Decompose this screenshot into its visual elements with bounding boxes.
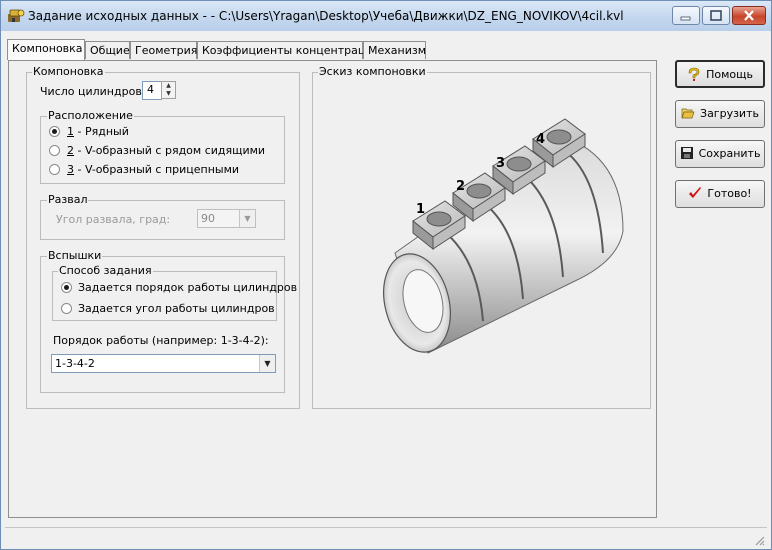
window-title: Задание исходных данных - - C:\Users\Yra… — [28, 9, 624, 23]
cylinder-number-2: 2 — [456, 179, 465, 194]
cylinders-count-input[interactable]: 4 — [142, 81, 162, 100]
close-window-button[interactable] — [732, 6, 766, 25]
close-icon — [744, 10, 754, 21]
minimize-icon — [680, 16, 691, 21]
cylinder-number-3: 3 — [496, 156, 505, 171]
done-button[interactable]: Готово! — [675, 180, 765, 208]
minimize-button[interactable] — [672, 6, 700, 25]
arrangement-inline-label[interactable]: 1 - Рядный — [67, 125, 129, 138]
load-button[interactable]: Загрузить — [675, 100, 765, 128]
method-order-label[interactable]: Задается порядок работы цилиндров — [78, 281, 297, 294]
maximize-icon — [710, 10, 722, 21]
arrangement-v-seated-radio[interactable] — [49, 145, 60, 156]
flashes-group-title: Вспышки — [47, 249, 103, 262]
maximize-button[interactable] — [702, 6, 730, 25]
tab-general[interactable]: Общие — [85, 41, 130, 59]
help-icon — [688, 67, 700, 81]
firing-order-label: Порядок работы (например: 1-3-4-2): — [53, 334, 269, 347]
firing-order-select[interactable]: 1-3-4-2 ▼ — [51, 354, 276, 373]
floppy-disk-icon — [680, 147, 693, 159]
method-order-radio[interactable] — [61, 282, 72, 293]
title-bar[interactable]: Задание исходных данных - - C:\Users\Yra… — [1, 1, 771, 31]
method-group-title: Способ задания — [58, 264, 153, 277]
cylinders-count-stepper[interactable]: ▲ ▼ — [161, 81, 176, 99]
method-angle-label[interactable]: Задается угол работы цилиндров — [78, 302, 275, 315]
camber-group-title: Развал — [47, 193, 89, 206]
arrangement-group-title: Расположение — [47, 109, 134, 122]
tab-geometry[interactable]: Геометрия — [130, 41, 197, 59]
arrangement-v-seated-label[interactable]: 2 - V-образный с рядом сидящими — [67, 144, 265, 157]
tab-mechanism[interactable]: Механизм — [363, 41, 426, 59]
cylinder-number-4: 4 — [536, 132, 545, 147]
resize-grip-icon[interactable] — [753, 534, 765, 546]
open-folder-icon — [681, 108, 695, 119]
cylinder-number-1: 1 — [416, 202, 425, 217]
layout-group-title: Компоновка — [32, 65, 105, 78]
tab-layout[interactable]: Компоновка — [7, 39, 85, 60]
checkmark-icon — [689, 187, 702, 198]
tab-concentration-coefficients[interactable]: Коэффициенты концентрации — [197, 41, 380, 59]
app-window: Задание исходных данных - - C:\Users\Yra… — [0, 0, 772, 550]
camber-angle-select[interactable]: 90 ▼ — [197, 209, 256, 228]
spin-down-icon[interactable]: ▼ — [162, 90, 175, 98]
chevron-down-icon: ▼ — [239, 210, 255, 227]
status-bar — [5, 527, 767, 548]
spin-up-icon[interactable]: ▲ — [162, 82, 175, 90]
cylinders-count-label: Число цилиндров: — [40, 85, 146, 98]
method-angle-radio[interactable] — [61, 303, 72, 314]
camber-angle-label: Угол развала, град: — [56, 213, 171, 226]
arrangement-v-trailing-label[interactable]: 3 - V-образный с прицепными — [67, 163, 239, 176]
arrangement-inline-radio[interactable] — [49, 126, 60, 137]
engine-sketch-image: 1 2 3 4 — [383, 118, 624, 354]
save-button[interactable]: Сохранить — [675, 140, 765, 168]
app-icon — [8, 9, 25, 22]
sketch-group-title: Эскиз компоновки — [318, 65, 427, 78]
arrangement-v-trailing-radio[interactable] — [49, 164, 60, 175]
chevron-down-icon: ▼ — [259, 355, 275, 372]
help-button[interactable]: Помощь — [675, 60, 765, 88]
